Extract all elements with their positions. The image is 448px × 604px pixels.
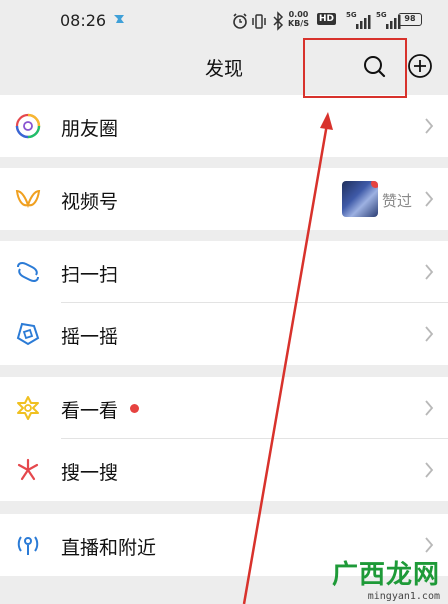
menu-item-channels[interactable]: 视频号 赞过 <box>0 168 448 230</box>
menu-item-search[interactable]: 搜一搜 <box>0 439 448 501</box>
live-nearby-icon <box>17 536 39 555</box>
top-stories-icon <box>17 396 39 420</box>
new-badge <box>130 404 139 413</box>
menu-item-label: 扫一扫 <box>61 264 119 286</box>
search-highlight-box <box>303 38 407 98</box>
chevron-right-icon <box>425 537 434 553</box>
network-speed: 0.00 KB/S <box>288 10 309 28</box>
watermark: 广西龙网 mingyan1.com <box>332 554 440 602</box>
bluetooth-icon <box>273 11 284 31</box>
menu-item-label: 摇一摇 <box>61 326 119 348</box>
add-circle-icon[interactable] <box>405 51 435 81</box>
new-badge <box>371 181 378 188</box>
network-type: 5G <box>376 11 387 19</box>
menu-item-label: 视频号 <box>61 191 119 213</box>
chevron-right-icon <box>425 264 434 280</box>
scan-icon <box>17 262 39 282</box>
menu-item-top-stories[interactable]: 看一看 <box>0 377 448 439</box>
shake-icon <box>16 322 40 346</box>
chevron-right-icon <box>425 462 434 478</box>
notification-icon <box>114 15 124 23</box>
menu-item-moments[interactable]: 朋友圈 <box>0 95 448 157</box>
menu-item-label: 搜一搜 <box>61 462 119 484</box>
menu-item-shake[interactable]: 摇一摇 <box>0 303 448 365</box>
liked-text: 赞过 <box>381 192 412 210</box>
alarm-icon <box>233 13 247 29</box>
menu-item-scan[interactable]: 扫一扫 <box>0 241 448 303</box>
watermark-url: mingyan1.com <box>367 591 440 602</box>
signal-icon <box>356 15 371 29</box>
watermark-name: 广西龙网 <box>331 560 440 590</box>
chevron-right-icon <box>425 191 434 207</box>
channel-thumbnail <box>342 181 378 217</box>
chevron-right-icon <box>425 326 434 342</box>
chevron-right-icon <box>425 400 434 416</box>
battery-indicator: 98 <box>398 13 422 26</box>
channels-icon <box>15 189 41 209</box>
network-type: 5G <box>346 11 357 19</box>
moments-icon <box>15 113 41 139</box>
menu-item-label: 看一看 <box>61 400 119 422</box>
status-time: 08:26 <box>60 11 107 30</box>
chevron-right-icon <box>425 118 434 134</box>
vibrate-icon <box>252 14 266 29</box>
menu-item-label: 朋友圈 <box>61 118 119 140</box>
menu-item-label: 直播和附近 <box>61 537 157 559</box>
hd-badge: HD <box>317 13 337 25</box>
search-discover-icon <box>17 458 39 481</box>
speed-value: 0.00 <box>288 10 309 19</box>
speed-unit: KB/S <box>288 19 309 28</box>
